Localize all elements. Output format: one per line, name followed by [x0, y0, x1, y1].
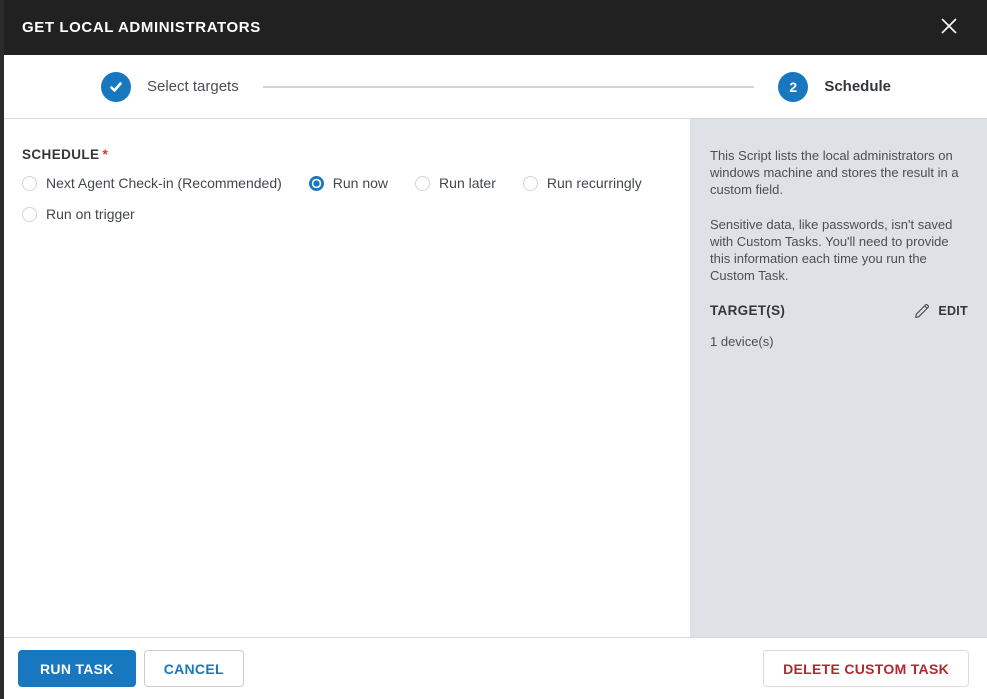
- modal-footer: RUN TASK CANCEL DELETE CUSTOM TASK: [0, 637, 987, 699]
- schedule-label-text: SCHEDULE: [22, 147, 100, 162]
- modal-title: GET LOCAL ADMINISTRATORS: [22, 19, 261, 36]
- radio-input-run-now[interactable]: [308, 175, 324, 191]
- targets-label: TARGET(S): [710, 303, 786, 318]
- schedule-pane: SCHEDULE * Next Agent Check-in (Recommend…: [0, 119, 690, 637]
- radio-label: Run recurringly: [546, 175, 642, 191]
- close-icon: [940, 17, 958, 38]
- targets-row: TARGET(S) EDIT: [710, 302, 968, 319]
- schedule-options-row-2: Run on trigger: [22, 206, 670, 222]
- schedule-field-label: SCHEDULE *: [22, 147, 670, 162]
- edit-targets-button[interactable]: EDIT: [914, 302, 968, 319]
- left-edge-strip: [0, 0, 4, 699]
- modal-header: GET LOCAL ADMINISTRATORS: [0, 0, 987, 55]
- check-icon: [101, 71, 131, 102]
- targets-value: 1 device(s): [710, 334, 774, 349]
- stepper: Select targets 2 Schedule: [0, 55, 987, 119]
- run-task-button[interactable]: RUN TASK: [18, 650, 136, 687]
- edit-label: EDIT: [938, 303, 968, 318]
- script-description: This Script lists the local administrato…: [710, 148, 959, 197]
- radio-option-run-on-trigger[interactable]: Run on trigger: [22, 206, 135, 222]
- delete-custom-task-button[interactable]: DELETE CUSTOM TASK: [763, 650, 969, 687]
- radio-label: Run on trigger: [46, 206, 135, 222]
- step-select-targets[interactable]: Select targets: [101, 71, 239, 102]
- step-number-badge: 2: [778, 71, 809, 102]
- radio-label: Run later: [439, 175, 496, 191]
- step-schedule[interactable]: 2 Schedule: [778, 71, 891, 102]
- radio-option-next-agent-checkin[interactable]: Next Agent Check-in (Recommended): [22, 175, 282, 191]
- radio-label: Next Agent Check-in (Recommended): [46, 175, 282, 191]
- info-sidebar: This Script lists the local administrato…: [690, 119, 987, 637]
- radio-option-run-later[interactable]: Run later: [415, 175, 496, 191]
- step-schedule-label: Schedule: [824, 78, 891, 95]
- cancel-button[interactable]: CANCEL: [143, 650, 244, 687]
- required-marker: *: [102, 147, 109, 162]
- stepper-connector: [262, 85, 755, 88]
- radio-input-next-agent-checkin[interactable]: [22, 175, 37, 191]
- close-button[interactable]: [935, 14, 963, 42]
- radio-label: Run now: [332, 175, 389, 191]
- radio-input-run-later[interactable]: [415, 175, 431, 191]
- modal-body: SCHEDULE * Next Agent Check-in (Recommend…: [0, 119, 987, 637]
- schedule-options-row-1: Next Agent Check-in (Recommended) Run no…: [22, 175, 670, 191]
- step-select-targets-label: Select targets: [147, 78, 239, 95]
- radio-input-run-on-trigger[interactable]: [22, 206, 37, 222]
- radio-option-run-now[interactable]: Run now: [308, 175, 389, 191]
- pencil-icon: [914, 302, 938, 319]
- radio-input-run-recurringly[interactable]: [522, 175, 538, 191]
- sensitive-data-note: Sensitive data, like passwords, isn't sa…: [710, 217, 953, 283]
- radio-option-run-recurringly[interactable]: Run recurringly: [522, 175, 642, 191]
